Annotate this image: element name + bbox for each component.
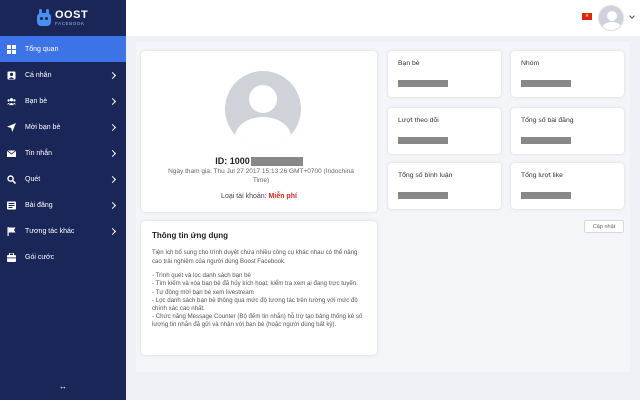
sidebar-item-label: Bạn bè	[25, 97, 48, 105]
stat-label: Nhóm	[521, 60, 540, 67]
sidebar-item-label: Tin nhắn	[25, 149, 52, 157]
chevron-right-icon	[108, 227, 117, 235]
sidebar-item-messages[interactable]: Tin nhắn	[0, 140, 126, 166]
app-info-card: Thông tin ứng dụng Tiện ích bổ sung cho …	[141, 221, 377, 355]
sidebar-item-personal[interactable]: Cá nhân	[0, 62, 126, 88]
chevron-right-icon	[108, 97, 117, 105]
sidebar-item-posts[interactable]: Bài đăng	[0, 192, 126, 218]
package-icon	[7, 252, 16, 262]
stat-card-friends: Bạn bè	[388, 51, 501, 97]
app-info-title: Thông tin ứng dụng	[152, 231, 228, 240]
post-icon	[7, 201, 16, 210]
chevron-right-icon	[108, 149, 117, 157]
account-type-value: Miễn phí	[268, 193, 297, 200]
sidebar-item-label: Bài đăng	[25, 201, 53, 209]
stat-card-groups: Nhóm	[511, 51, 624, 97]
sidebar-item-label: Tổng quan	[25, 45, 59, 53]
sidebar-item-label: Gói cước	[25, 253, 55, 261]
account-type: Loại tài khoản: Miễn phí	[141, 193, 377, 200]
sidebar: OOST FACEBOOK Tổng quan Cá nhân Bạn bè M…	[0, 0, 126, 400]
redacted-block	[521, 137, 571, 144]
sidebar-item-label: Mời bạn bè	[25, 123, 61, 131]
redacted-block	[521, 192, 571, 199]
stat-card-total-posts: Tổng số bài đăng	[511, 108, 624, 154]
stat-card-total-likes: Tổng lượt like	[511, 163, 624, 209]
brand-logo[interactable]: OOST FACEBOOK	[0, 0, 126, 36]
stat-label: Tổng lượt like	[521, 172, 563, 179]
profile-avatar	[225, 71, 301, 147]
stat-label: Lượt theo dõi	[398, 117, 439, 124]
sidebar-item-label: Cá nhân	[25, 71, 52, 79]
redacted-block	[250, 157, 303, 167]
flag-icon	[7, 226, 16, 236]
sidebar-nav: Tổng quan Cá nhân Bạn bè Mời bạn bè Tin …	[0, 36, 126, 270]
sidebar-item-other-interactions[interactable]: Tương tác khác	[0, 218, 126, 244]
friends-icon	[7, 97, 16, 106]
stat-card-followers: Lượt theo dõi	[388, 108, 501, 154]
list-item: - Tìm kiếm và xóa bạn bè đã hủy kích hoạ…	[152, 280, 358, 288]
redacted-block	[521, 80, 571, 87]
sidebar-item-overview[interactable]: Tổng quan	[0, 36, 126, 62]
envelope-icon	[7, 149, 16, 158]
chevron-right-icon	[108, 71, 117, 79]
chevron-right-icon	[108, 175, 117, 183]
stat-card-total-comments: Tổng số bình luận	[388, 163, 501, 209]
list-item: - Chức năng Message Counter (Bộ đếm tin …	[152, 313, 363, 329]
feature-list: - Trình quét và lọc danh sách bạn bè - T…	[152, 272, 366, 330]
topbar: ★	[126, 0, 640, 36]
list-item: - Trình quét và lọc danh sách bạn bè	[152, 272, 251, 280]
redacted-block	[398, 137, 448, 144]
sidebar-item-label: Quét	[25, 175, 41, 183]
join-date: Ngày tham gia: Thu Jul 27 2017 15:13:26 …	[168, 168, 354, 185]
vietnam-flag-icon[interactable]: ★	[582, 13, 592, 20]
sidebar-item-label: Tương tác khác	[25, 227, 75, 235]
account-type-label: Loại tài khoản:	[221, 193, 267, 200]
chevron-down-icon[interactable]	[629, 13, 635, 19]
list-item: - Tự động mời bạn bè xem livestream	[152, 288, 254, 296]
user-avatar[interactable]	[598, 5, 624, 31]
redacted-block	[398, 192, 448, 199]
person-icon	[7, 71, 16, 80]
sidebar-item-packages[interactable]: Gói cước	[0, 244, 126, 270]
redacted-block	[398, 80, 448, 87]
brand-subtitle: FACEBOOK	[55, 20, 85, 26]
stat-label: Tổng số bài đăng	[521, 117, 574, 124]
list-item: - Lọc danh sách bạn bè thông qua mức độ …	[152, 296, 358, 312]
robot-logo-icon	[36, 8, 52, 28]
stat-label: Bạn bè	[398, 60, 420, 67]
stat-label: Tổng số bình luận	[398, 172, 453, 179]
app-root: OOST FACEBOOK Tổng quan Cá nhân Bạn bè M…	[0, 0, 640, 400]
brand-name: OOST	[55, 8, 89, 21]
sidebar-collapse-toggle[interactable]: ↔	[0, 382, 126, 391]
main-content: ID: 1000 Ngày tham gia: Thu Jul 27 2017 …	[136, 42, 630, 372]
app-info-description: Tiện ích bổ sung cho trình duyệt chứa nh…	[152, 249, 358, 265]
sidebar-item-invite-friends[interactable]: Mời bạn bè	[0, 114, 126, 140]
sidebar-item-scan[interactable]: Quét	[0, 166, 126, 192]
sidebar-item-friends[interactable]: Bạn bè	[0, 88, 126, 114]
dashboard-icon	[7, 44, 16, 54]
search-icon	[7, 174, 16, 184]
chevron-right-icon	[108, 201, 117, 209]
chevron-right-icon	[108, 123, 117, 131]
update-button[interactable]: Cập nhật	[584, 220, 624, 233]
send-icon	[7, 122, 16, 132]
profile-card: ID: 1000 Ngày tham gia: Thu Jul 27 2017 …	[141, 51, 377, 212]
profile-id-text: ID: 1000	[215, 156, 250, 166]
profile-id: ID: 1000	[141, 156, 377, 167]
